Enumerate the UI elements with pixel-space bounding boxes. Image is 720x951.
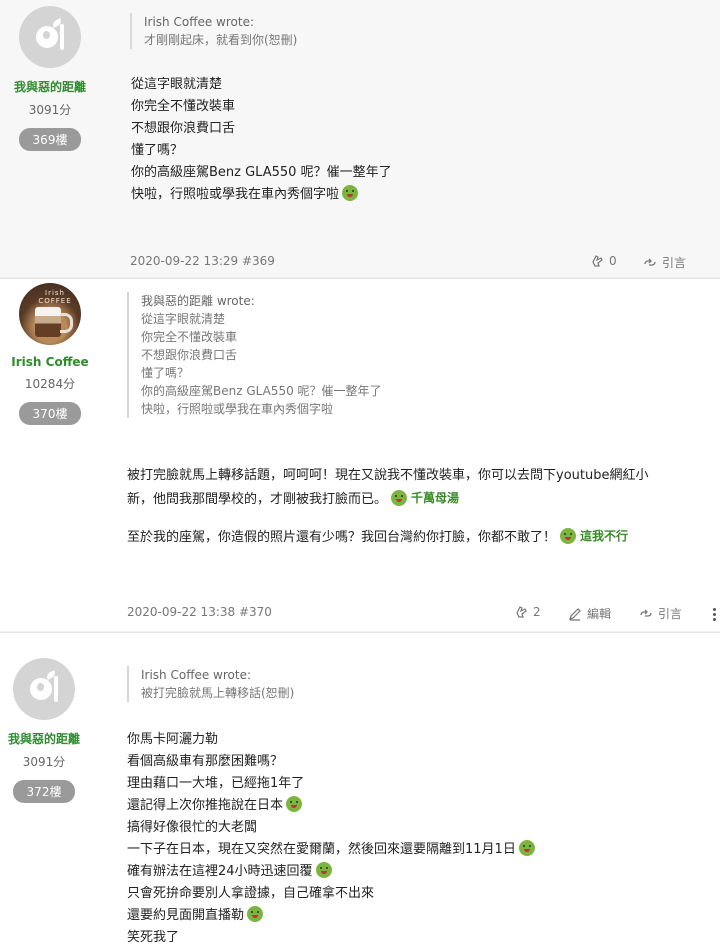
- smile-emoji-icon: [315, 862, 332, 878]
- post-370: Irish COFFEE Irish Coffee 10284分 370樓 我與…: [0, 278, 720, 631]
- body-text: 確有辦法在這裡24小時迅速回覆: [127, 864, 313, 879]
- body-text: 至於我的座駕，你造假的照片還有少嗎？我回台灣約你打臉，你都不敢了！: [127, 530, 557, 545]
- body-line-with-emoji: 還記得上次你推拖說在日本: [127, 795, 535, 817]
- body-line-with-emoji: 還要約見面開直播勒: [127, 905, 535, 927]
- quote-icon: [644, 258, 656, 266]
- smile-emoji-icon: [286, 796, 303, 812]
- quote-line: 你完全不懂改裝車: [141, 330, 238, 344]
- fork-icon: [54, 676, 58, 702]
- avatar-caption: Irish COFFEE: [38, 289, 72, 305]
- like-button[interactable]: 2: [514, 605, 541, 619]
- body-line-with-emoji: 快啦，行照啦或學我在車內秀個字啦: [131, 184, 392, 206]
- body-text: 還記得上次你推拖說在日本: [127, 798, 284, 813]
- author-name[interactable]: 我與惡的距離: [0, 730, 94, 747]
- body-text: 快啦，行照啦或學我在車內秀個字啦: [131, 187, 340, 202]
- mug-handle-icon: [60, 313, 73, 333]
- post-369: 我與惡的距離 3091分 369樓 Irish Coffee wrote: 才剛…: [0, 0, 720, 277]
- like-button[interactable]: 0: [590, 254, 617, 268]
- quote-author: Irish Coffee wrote:: [141, 668, 252, 682]
- avatar[interactable]: Irish COFFEE: [19, 283, 81, 345]
- quote-button[interactable]: 引言: [643, 254, 686, 271]
- body-line: 看個高級車有那麼困難嗎？: [127, 754, 284, 769]
- quote-line: 從這字眼就清楚: [141, 312, 226, 326]
- body-text: 還要約見面開直播勒: [127, 908, 245, 923]
- quote-button[interactable]: 引言: [639, 605, 682, 622]
- quote-block: Irish Coffee wrote: 才剛剛起床，就看到你(恕刪): [130, 13, 297, 49]
- body-line: 你的高級座駕Benz GLA550 呢？催一整年了: [131, 165, 392, 180]
- body-line: 被打完臉就馬上轉移話題，呵呵呵！現在又說我不懂改裝車，你可以去問下youtube…: [127, 468, 649, 483]
- body-line: 搞得好像很忙的大老闆: [127, 820, 258, 835]
- body-line: 笑死我了: [127, 930, 180, 945]
- body-line: 不想跟你浪費口舌: [131, 121, 236, 136]
- body-line-with-emoji: 確有辦法在這裡24小時迅速回覆: [127, 861, 535, 883]
- post-body: 被打完臉就馬上轉移話題，呵呵呵！現在又說我不懂改裝車，你可以去問下youtube…: [127, 465, 712, 549]
- post-372: 我與惡的距離 3091分 372樓 Irish Coffee wrote: 被打…: [0, 632, 720, 951]
- author-points: 10284分: [24, 377, 76, 391]
- quote-block: Irish Coffee wrote: 被打完臉就馬上轉移話(恕刪): [127, 666, 294, 702]
- like-count: 0: [609, 254, 617, 268]
- body-text: 新，他問我那間學校的，才剛被我打臉而已。: [127, 492, 388, 507]
- sticker: 這我不行: [560, 525, 628, 547]
- floor-badge: 370樓: [18, 402, 82, 425]
- post-timestamp[interactable]: 2020-09-22 13:29 #369: [130, 254, 275, 268]
- sticker-face-icon: [391, 490, 408, 506]
- quote-block: 我與惡的距離 wrote: 從這字眼就清楚 你完全不懂改裝車 不想跟你浪費口舌 …: [127, 292, 382, 418]
- body-line: 你完全不懂改裝車: [131, 99, 236, 114]
- body-line: 理由藉口一大堆，已經拖1年了: [127, 776, 305, 791]
- body-line: 你馬卡阿灑力勒: [127, 732, 219, 747]
- author-points: 3091分: [22, 755, 66, 769]
- sticker-caption: 千萬母湯: [411, 491, 460, 505]
- body-line-with-sticker: 至於我的座駕，你造假的照片還有少嗎？我回台灣約你打臉，你都不敢了！ 這我不行: [127, 525, 712, 549]
- fork-icon: [60, 24, 64, 50]
- sticker: 千萬母湯: [391, 487, 459, 509]
- author-block: Irish COFFEE Irish Coffee 10284分 370樓: [0, 283, 100, 425]
- body-line: 懂了嗎？: [131, 143, 184, 158]
- post-timestamp[interactable]: 2020-09-22 13:38 #370: [127, 605, 272, 619]
- author-name[interactable]: 我與惡的距離: [0, 78, 100, 95]
- post-body: 你馬卡阿灑力勒 看個高級車有那麼困難嗎？ 理由藉口一大堆，已經拖1年了 還記得上…: [127, 729, 535, 949]
- like-count: 2: [533, 605, 541, 619]
- body-line: 只會死拚命要別人拿證據，自己確拿不出來: [127, 886, 375, 901]
- quote-author: Irish Coffee wrote:: [144, 15, 255, 29]
- author-block: 我與惡的距離 3091分 372樓: [0, 658, 94, 803]
- floor-badge: 369樓: [18, 128, 82, 151]
- sticker-caption: 這我不行: [580, 529, 629, 543]
- edit-label: 編輯: [587, 607, 612, 621]
- quote-line: 才剛剛起床，就看到你(恕刪): [144, 33, 298, 47]
- body-line-with-sticker: 新，他問我那間學校的，才剛被我打臉而已。 千萬母湯: [127, 487, 712, 511]
- quote-line: 被打完臉就馬上轉移話(恕刪): [141, 686, 295, 700]
- post-body: 從這字眼就清楚 你完全不懂改裝車 不想跟你浪費口舌 懂了嗎？ 你的高級座駕Ben…: [131, 74, 392, 206]
- avatar[interactable]: [19, 6, 81, 68]
- more-options-icon[interactable]: [713, 608, 717, 623]
- author-points: 3091分: [28, 103, 72, 117]
- quote-label: 引言: [662, 256, 687, 270]
- smile-emoji-icon: [342, 185, 359, 201]
- quote-label: 引言: [658, 607, 683, 621]
- quote-icon: [640, 609, 652, 617]
- body-paragraph: 被打完臉就馬上轉移話題，呵呵呵！現在又說我不懂改裝車，你可以去問下youtube…: [127, 465, 712, 511]
- clap-icon: [516, 606, 527, 618]
- avatar[interactable]: [13, 658, 75, 720]
- author-block: 我與惡的距離 3091分 369樓: [0, 6, 100, 151]
- quote-line: 快啦，行照啦或學我在車內秀個字啦: [141, 402, 334, 416]
- smile-emoji-icon: [518, 840, 535, 856]
- sticker-face-icon: [560, 528, 577, 544]
- quote-line: 不想跟你浪費口舌: [141, 348, 238, 362]
- clap-icon: [592, 255, 603, 267]
- irish-coffee-mug-icon: [35, 307, 61, 337]
- quote-line: 你的高級座駕Benz GLA550 呢？催一整年了: [141, 384, 382, 398]
- body-text: 一下子在日本，現在又突然在愛爾蘭，然後回來還要隔離到11月1日: [127, 842, 516, 857]
- coffee-cup-icon: [36, 26, 58, 48]
- quote-line: 懂了嗎？: [141, 366, 190, 380]
- floor-badge: 372樓: [12, 780, 76, 803]
- body-line: 從這字眼就清楚: [131, 77, 223, 92]
- edit-button[interactable]: 編輯: [568, 605, 611, 622]
- body-line-with-emoji: 一下子在日本，現在又突然在愛爾蘭，然後回來還要隔離到11月1日: [127, 839, 535, 861]
- pencil-icon: [569, 607, 581, 621]
- author-name[interactable]: Irish Coffee: [0, 355, 100, 369]
- quote-author: 我與惡的距離 wrote:: [141, 294, 255, 308]
- coffee-cup-icon: [30, 678, 52, 700]
- smile-emoji-icon: [247, 906, 264, 922]
